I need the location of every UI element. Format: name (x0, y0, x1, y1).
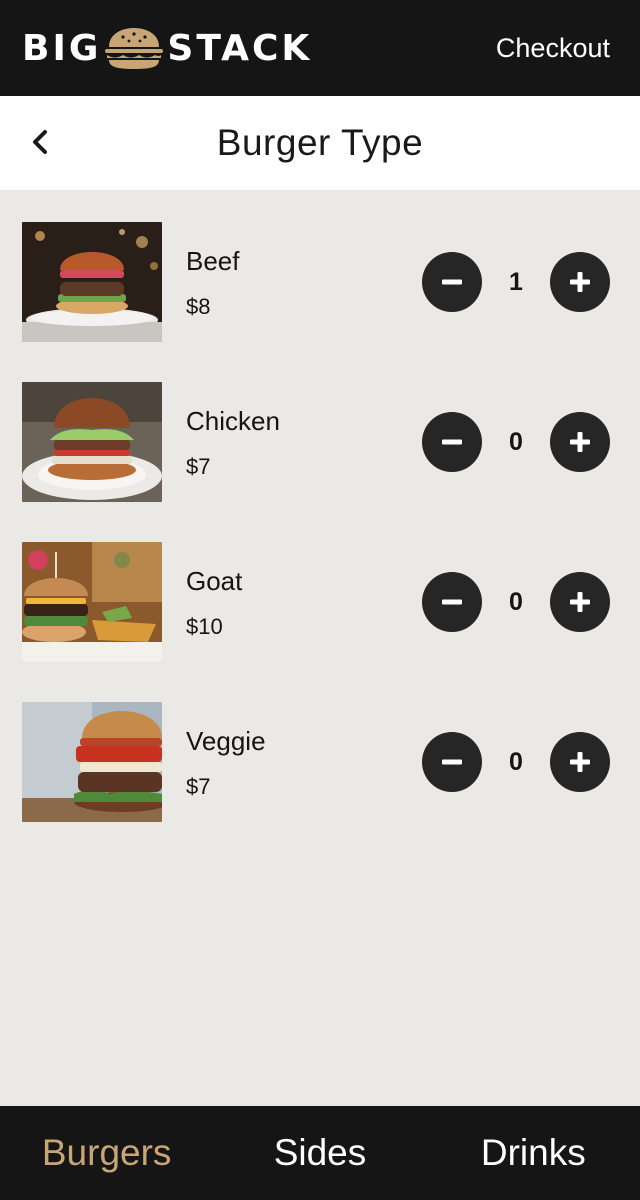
burger-type-list: Beef $8 1 Chicken $7 0 Goat $10 0 Veggie… (0, 190, 640, 830)
plus-icon (570, 592, 590, 612)
item-name: Chicken (186, 406, 280, 436)
logo-text-stack: STACK (167, 27, 313, 69)
quantity-stepper: 0 (422, 732, 610, 792)
item-image (22, 542, 162, 662)
tab-sides[interactable]: Sides (213, 1106, 426, 1200)
sub-header: Burger Type (0, 96, 640, 190)
plus-icon (570, 752, 590, 772)
item-price: $7 (186, 774, 211, 799)
minus-icon (442, 759, 462, 765)
item-image (22, 222, 162, 342)
page-title: Burger Type (216, 122, 424, 163)
back-button[interactable] (24, 126, 56, 158)
minus-icon (442, 279, 462, 285)
item-image (22, 382, 162, 502)
bottom-nav: Burgers Sides Drinks (0, 1106, 640, 1200)
item-price: $8 (186, 294, 211, 319)
list-item: Chicken $7 0 (0, 350, 640, 510)
quantity-stepper: 0 (422, 572, 610, 632)
increase-button[interactable] (550, 412, 610, 472)
list-item: Beef $8 1 (0, 190, 640, 350)
brand-logo[interactable]: BIG STACK (22, 25, 312, 71)
chevron-left-icon (33, 130, 47, 154)
burger-photo (22, 702, 162, 822)
item-image (22, 702, 162, 822)
tab-drinks[interactable]: Drinks (427, 1106, 640, 1200)
quantity-value: 0 (509, 587, 523, 616)
quantity-value: 1 (509, 267, 523, 296)
plus-icon (570, 272, 590, 292)
increase-button[interactable] (550, 732, 610, 792)
burger-logo-icon (105, 28, 164, 69)
increase-button[interactable] (550, 252, 610, 312)
minus-icon (442, 599, 462, 605)
decrease-button[interactable] (422, 252, 482, 312)
quantity-value: 0 (509, 427, 523, 456)
app-header: BIG STACK Checkout (0, 0, 640, 96)
burger-photo (22, 382, 162, 502)
checkout-button[interactable]: Checkout (496, 33, 610, 64)
tab-burgers[interactable]: Burgers (0, 1106, 213, 1200)
burger-photo (22, 542, 162, 662)
decrease-button[interactable] (422, 572, 482, 632)
burger-photo (22, 222, 162, 342)
item-name: Goat (186, 566, 243, 596)
item-name: Veggie (186, 726, 266, 756)
list-item: Veggie $7 0 (0, 670, 640, 830)
increase-button[interactable] (550, 572, 610, 632)
quantity-value: 0 (509, 747, 523, 776)
decrease-button[interactable] (422, 412, 482, 472)
logo-text-big: BIG (22, 27, 102, 69)
decrease-button[interactable] (422, 732, 482, 792)
minus-icon (442, 439, 462, 445)
quantity-stepper: 1 (422, 252, 610, 312)
item-name: Beef (186, 246, 240, 276)
item-price: $10 (186, 614, 223, 639)
list-item: Goat $10 0 (0, 510, 640, 670)
quantity-stepper: 0 (422, 412, 610, 472)
plus-icon (570, 432, 590, 452)
item-price: $7 (186, 454, 211, 479)
